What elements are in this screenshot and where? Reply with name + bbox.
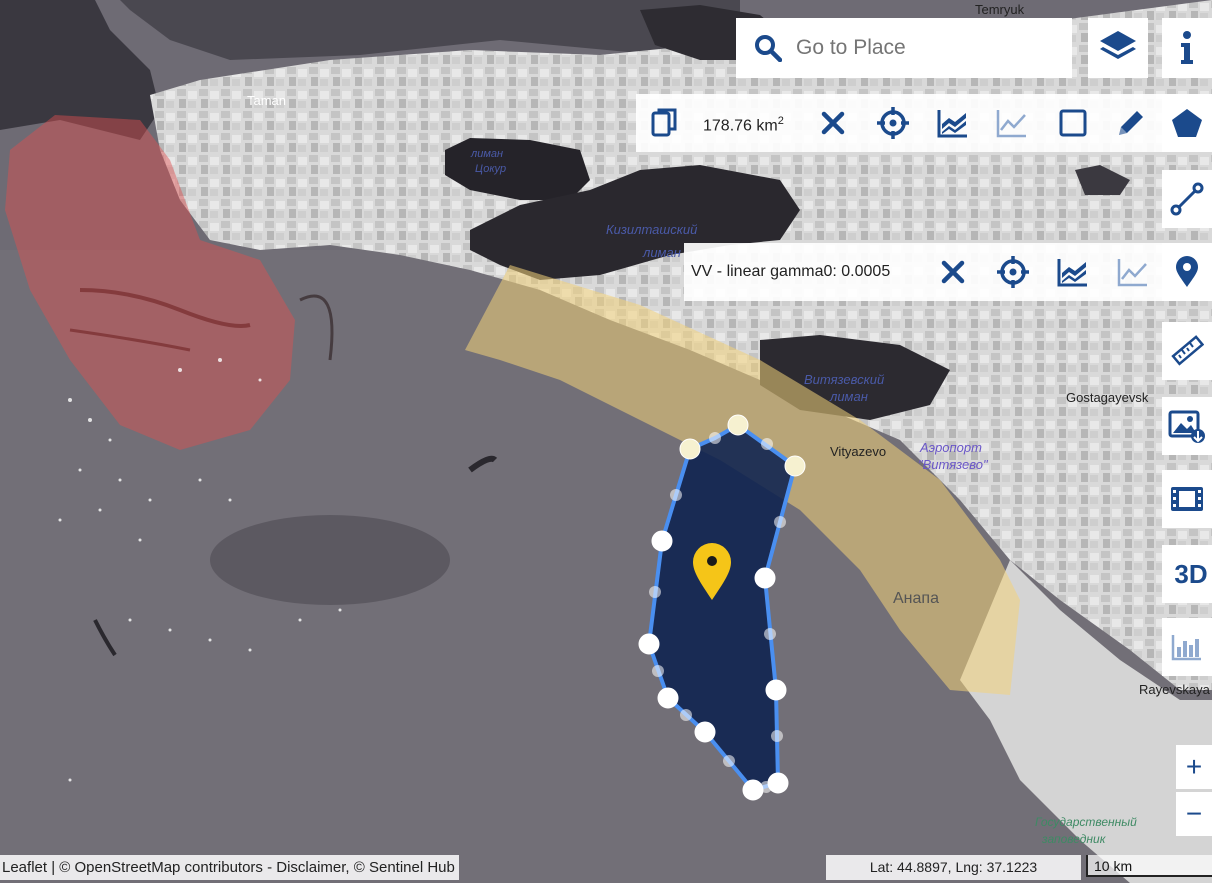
film-icon (1171, 487, 1203, 511)
map-label-anapa: Анапа (893, 590, 939, 607)
square-outline-button[interactable] (1054, 104, 1092, 142)
pin-area-chart-button[interactable] (1054, 253, 1092, 291)
search-icon[interactable] (752, 33, 784, 63)
info-button[interactable] (1162, 18, 1212, 78)
pencil-icon (1119, 111, 1143, 135)
search-input[interactable] (794, 30, 1058, 66)
map-label-temryuk: Temryuk (975, 2, 1025, 17)
center-area-button[interactable] (874, 104, 912, 142)
map-label-kiziltash-2: лиман (643, 245, 681, 260)
line-chart-button[interactable] (993, 104, 1031, 142)
layers-button[interactable] (1088, 18, 1148, 78)
map-label-kiziltash-1: Кизилташский (606, 222, 698, 237)
zoom-out-button[interactable]: − (1176, 792, 1212, 836)
place-marker-button[interactable] (1162, 243, 1212, 301)
area-chart-icon (937, 110, 967, 138)
map-label-tsokur-1: лиман (471, 148, 504, 160)
measure-toolbar: 178.76 km2 (636, 94, 1162, 152)
close-icon (941, 260, 965, 284)
crosshair-icon (877, 107, 909, 139)
download-image-button[interactable] (1162, 397, 1212, 455)
measure-distance-button[interactable] (1162, 322, 1212, 380)
map-label-gostagayevsk: Gostagayevsk (1066, 390, 1149, 405)
draw-polygon-button[interactable] (1162, 94, 1212, 152)
map-label-vityazevsky-1: Витязевский (804, 372, 885, 387)
area-readout: 178.76 km2 (703, 115, 784, 135)
pentagon-icon (1172, 109, 1202, 137)
three-d-label: 3D (1174, 558, 1208, 589)
copy-icon (651, 108, 677, 137)
copy-area-button[interactable] (646, 104, 684, 142)
pin-value-text: VV - linear gamma0: 0.0005 (691, 263, 891, 280)
map-label-airport-2: "Витязево" (918, 457, 988, 472)
zoom-in-button[interactable]: + (1176, 745, 1212, 789)
edit-area-button[interactable] (1112, 104, 1150, 142)
line-chart-icon (996, 110, 1026, 138)
map-label-reserve-2: заповедник (1042, 832, 1106, 846)
area-unit-exponent: 2 (777, 115, 784, 127)
line-chart-icon (1117, 259, 1147, 287)
attribution-bar[interactable]: Leaflet | © OpenStreetMap contributors -… (0, 855, 459, 880)
map-label-airport-1: Аэропорт (920, 440, 982, 455)
area-chart-icon (1057, 259, 1087, 287)
info-icon (1181, 31, 1193, 64)
close-icon (821, 111, 845, 135)
map-marker-icon (1176, 256, 1198, 287)
map-label-tsokur-2: Цокур (475, 163, 507, 175)
square-icon (1059, 109, 1087, 137)
bar-chart-icon (1171, 635, 1201, 661)
map-label-rayevskaya: Rayevskaya (1139, 682, 1210, 697)
polyline-icon (1170, 182, 1204, 216)
ruler-icon (1171, 335, 1204, 366)
map-label-vityazevo: Vityazevo (830, 444, 887, 459)
image-download-icon (1168, 410, 1205, 443)
histogram-button[interactable] (1162, 618, 1212, 676)
area-value: 178.76 km (703, 117, 778, 135)
crosshair-icon (997, 256, 1029, 288)
cursor-coordinates: Lat: 44.8897, Lng: 37.1223 (826, 855, 1081, 880)
remove-pin-button[interactable] (936, 255, 970, 289)
scale-bar: 10 km (1086, 855, 1212, 877)
clear-area-button[interactable] (816, 106, 850, 140)
map-label-taman: Taman (247, 93, 287, 108)
timelapse-button[interactable] (1162, 470, 1212, 528)
three-d-button[interactable]: 3D (1162, 545, 1212, 603)
pin-toolbar: VV - linear gamma0: 0.0005 (684, 243, 1162, 301)
layers-icon (1100, 31, 1136, 59)
map-label-reserve-1: Государственный (1035, 815, 1137, 829)
area-chart-button[interactable] (934, 104, 972, 142)
draw-line-button[interactable] (1162, 170, 1212, 228)
pin-line-chart-button[interactable] (1114, 253, 1152, 291)
map-label-vityazevsky-2: лиман (830, 389, 868, 404)
search-box (736, 18, 1072, 78)
center-pin-button[interactable] (994, 253, 1032, 291)
